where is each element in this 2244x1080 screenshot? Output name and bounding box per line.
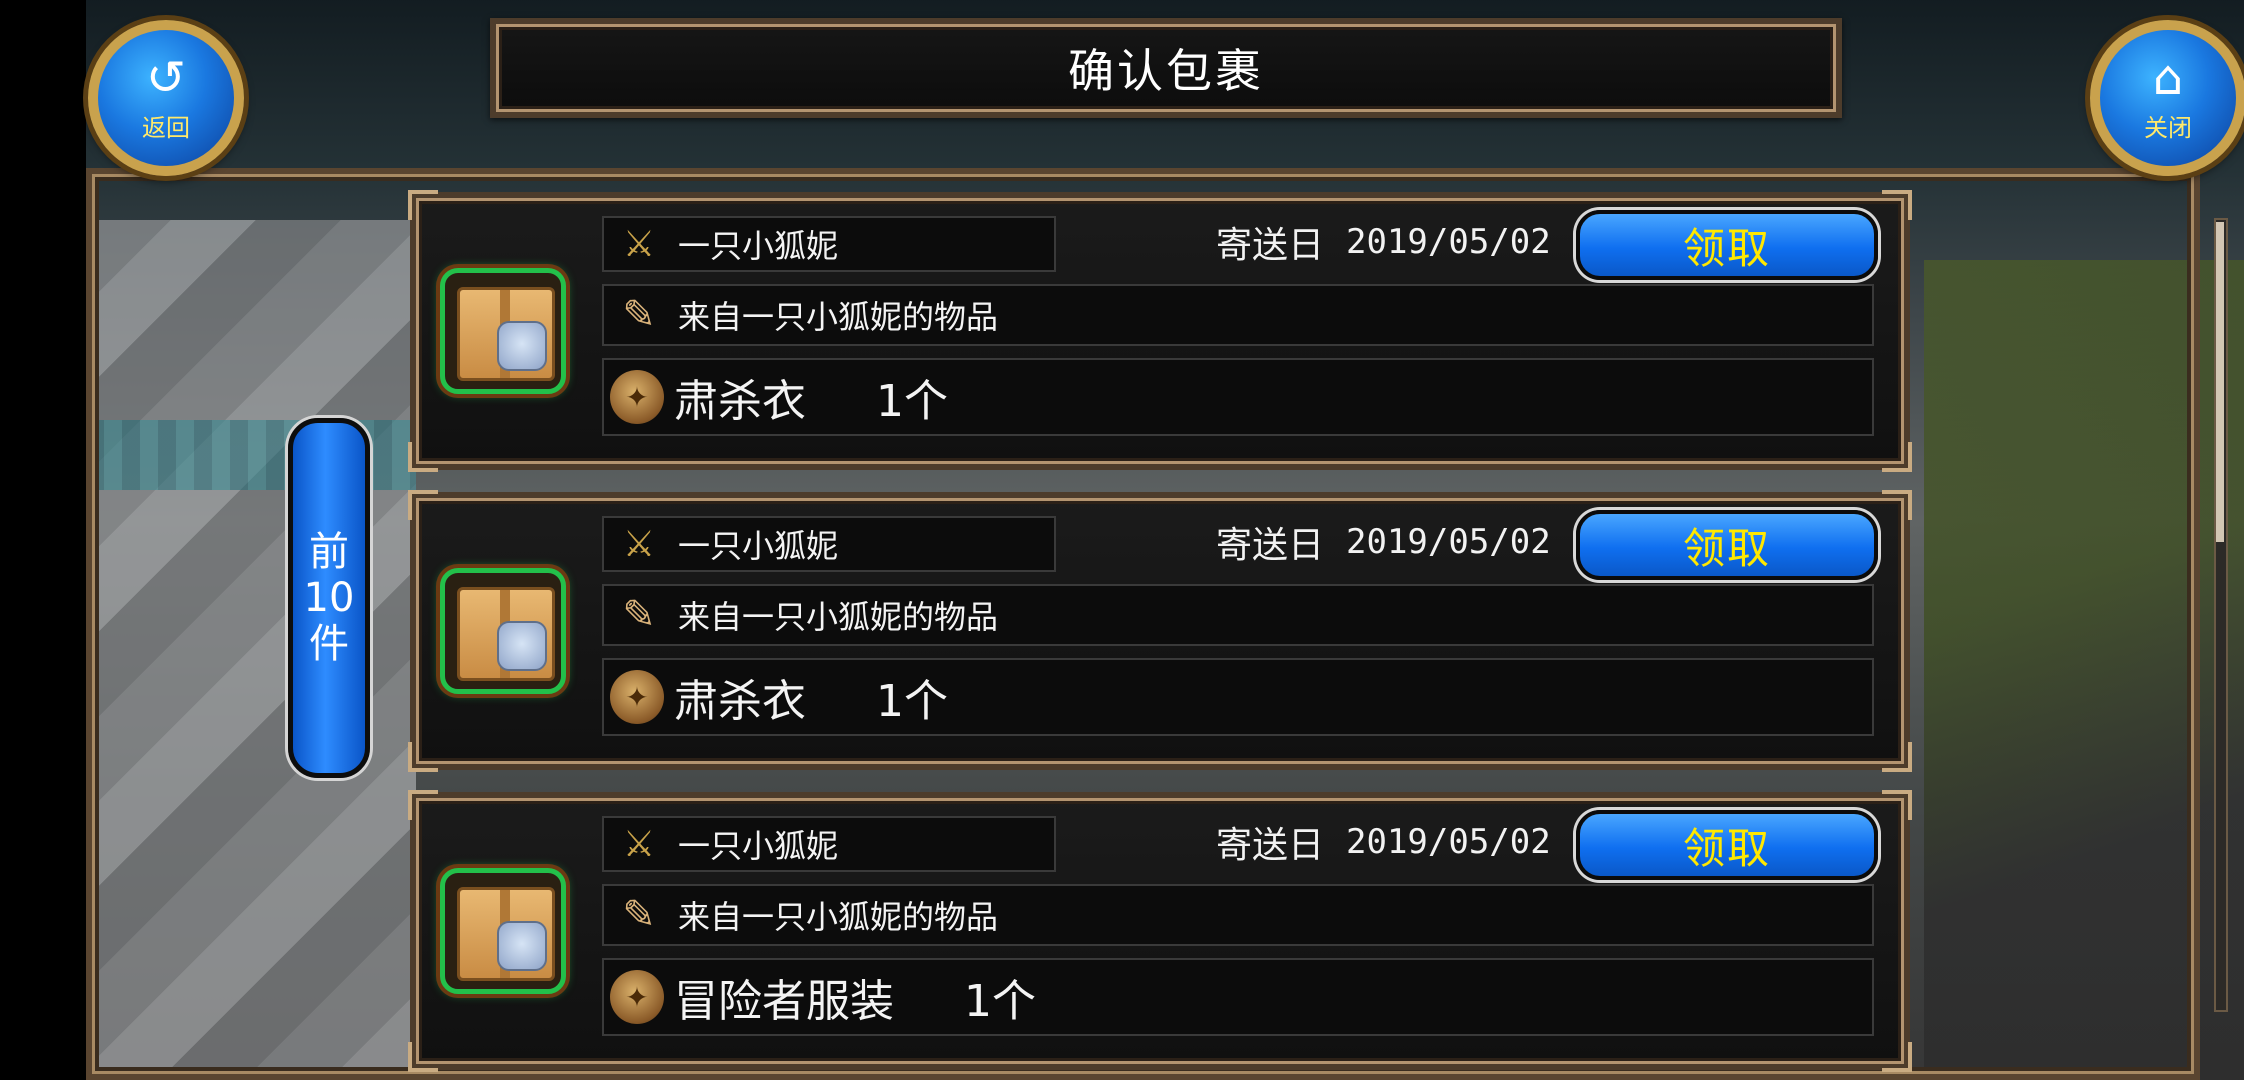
message-field: ✎ 来自一只小狐妮的物品 bbox=[602, 884, 1874, 946]
claim-button[interactable]: 领取 bbox=[1576, 210, 1878, 280]
tab-label-line2: 10 bbox=[303, 575, 355, 621]
message-text: 来自一只小狐妮的物品 bbox=[678, 298, 999, 336]
frame-corner-ornament bbox=[1882, 790, 1912, 820]
item-name: 冒险者服装 bbox=[674, 976, 894, 1027]
scrollbar-thumb[interactable] bbox=[2216, 222, 2224, 542]
sword-shield-icon: ⚔ bbox=[622, 523, 656, 565]
tab-label-line1: 前 bbox=[309, 529, 349, 575]
item-quantity: 1个 bbox=[876, 376, 948, 427]
send-date-label: 寄送日 bbox=[1216, 825, 1325, 866]
pet-badge-icon bbox=[497, 321, 547, 371]
send-date: 寄送日 2019/05/02 bbox=[1216, 216, 1551, 268]
sword-shield-icon: ⚔ bbox=[622, 823, 656, 865]
send-date: 寄送日 2019/05/02 bbox=[1216, 816, 1551, 868]
close-button[interactable]: ⌂ 关闭 bbox=[2090, 20, 2244, 176]
armor-icon: ✦ bbox=[610, 370, 664, 424]
item-field: ✦ 肃杀衣 1个 bbox=[602, 658, 1874, 736]
frame-corner-ornament bbox=[1882, 442, 1912, 472]
sender-name: 一只小狐妮 bbox=[678, 827, 839, 865]
send-date-value: 2019/05/02 bbox=[1346, 522, 1551, 562]
item-field: ✦ 肃杀衣 1个 bbox=[602, 358, 1874, 436]
frame-corner-ornament bbox=[408, 190, 438, 220]
sender-field: ⚔ 一只小狐妮 bbox=[602, 816, 1056, 872]
pet-badge-icon bbox=[497, 621, 547, 671]
package-icon[interactable] bbox=[440, 568, 566, 694]
frame-corner-ornament bbox=[408, 490, 438, 520]
previous-10-tab[interactable]: 前 10 件 bbox=[288, 418, 370, 778]
claim-button[interactable]: 领取 bbox=[1576, 810, 1878, 880]
package-card: ⚔ 一只小狐妮 寄送日 2019/05/02 领取 ✎ 来自一只小狐妮的物品 ✦… bbox=[408, 190, 1912, 472]
sword-shield-icon: ⚔ bbox=[622, 223, 656, 265]
sender-field: ⚔ 一只小狐妮 bbox=[602, 516, 1056, 572]
package-card: ⚔ 一只小狐妮 寄送日 2019/05/02 领取 ✎ 来自一只小狐妮的物品 ✦… bbox=[408, 790, 1912, 1072]
frame-corner-ornament bbox=[1882, 190, 1912, 220]
scroll-quill-icon: ✎ bbox=[622, 892, 656, 938]
item-quantity: 1个 bbox=[964, 976, 1036, 1027]
send-date-value: 2019/05/02 bbox=[1346, 222, 1551, 262]
back-button[interactable]: ↺ 返回 bbox=[88, 20, 244, 176]
frame-corner-ornament bbox=[408, 1042, 438, 1072]
tab-label-line3: 件 bbox=[309, 621, 349, 667]
frame-corner-ornament bbox=[1882, 742, 1912, 772]
frame-corner-ornament bbox=[1882, 490, 1912, 520]
item-field: ✦ 冒险者服装 1个 bbox=[602, 958, 1874, 1036]
frame-corner-ornament bbox=[408, 742, 438, 772]
package-icon[interactable] bbox=[440, 868, 566, 994]
armor-icon: ✦ bbox=[610, 670, 664, 724]
home-icon: ⌂ bbox=[2152, 49, 2184, 106]
back-arrow-icon: ↺ bbox=[145, 49, 187, 106]
frame-corner-ornament bbox=[1882, 1042, 1912, 1072]
page-title: 确认包裹 bbox=[1068, 44, 1264, 98]
frame-corner-ornament bbox=[408, 790, 438, 820]
item-name: 肃杀衣 bbox=[674, 376, 806, 427]
title-bar: 确认包裹 bbox=[490, 18, 1842, 118]
message-field: ✎ 来自一只小狐妮的物品 bbox=[602, 584, 1874, 646]
scroll-quill-icon: ✎ bbox=[622, 292, 656, 338]
sender-field: ⚔ 一只小狐妮 bbox=[602, 216, 1056, 272]
scroll-quill-icon: ✎ bbox=[622, 592, 656, 638]
send-date-label: 寄送日 bbox=[1216, 225, 1325, 266]
package-card: ⚔ 一只小狐妮 寄送日 2019/05/02 领取 ✎ 来自一只小狐妮的物品 ✦… bbox=[408, 490, 1912, 772]
sender-name: 一只小狐妮 bbox=[678, 527, 839, 565]
send-date-value: 2019/05/02 bbox=[1346, 822, 1551, 862]
send-date-label: 寄送日 bbox=[1216, 525, 1325, 566]
item-quantity: 1个 bbox=[876, 676, 948, 727]
sender-name: 一只小狐妮 bbox=[678, 227, 839, 265]
message-text: 来自一只小狐妮的物品 bbox=[678, 898, 999, 936]
armor-icon: ✦ bbox=[610, 970, 664, 1024]
close-button-label: 关闭 bbox=[2144, 113, 2192, 142]
frame-corner-ornament bbox=[408, 442, 438, 472]
pet-badge-icon bbox=[497, 921, 547, 971]
back-button-label: 返回 bbox=[142, 113, 190, 142]
claim-button[interactable]: 领取 bbox=[1576, 510, 1878, 580]
message-text: 来自一只小狐妮的物品 bbox=[678, 598, 999, 636]
message-field: ✎ 来自一只小狐妮的物品 bbox=[602, 284, 1874, 346]
package-icon[interactable] bbox=[440, 268, 566, 394]
send-date: 寄送日 2019/05/02 bbox=[1216, 516, 1551, 568]
item-name: 肃杀衣 bbox=[674, 676, 806, 727]
